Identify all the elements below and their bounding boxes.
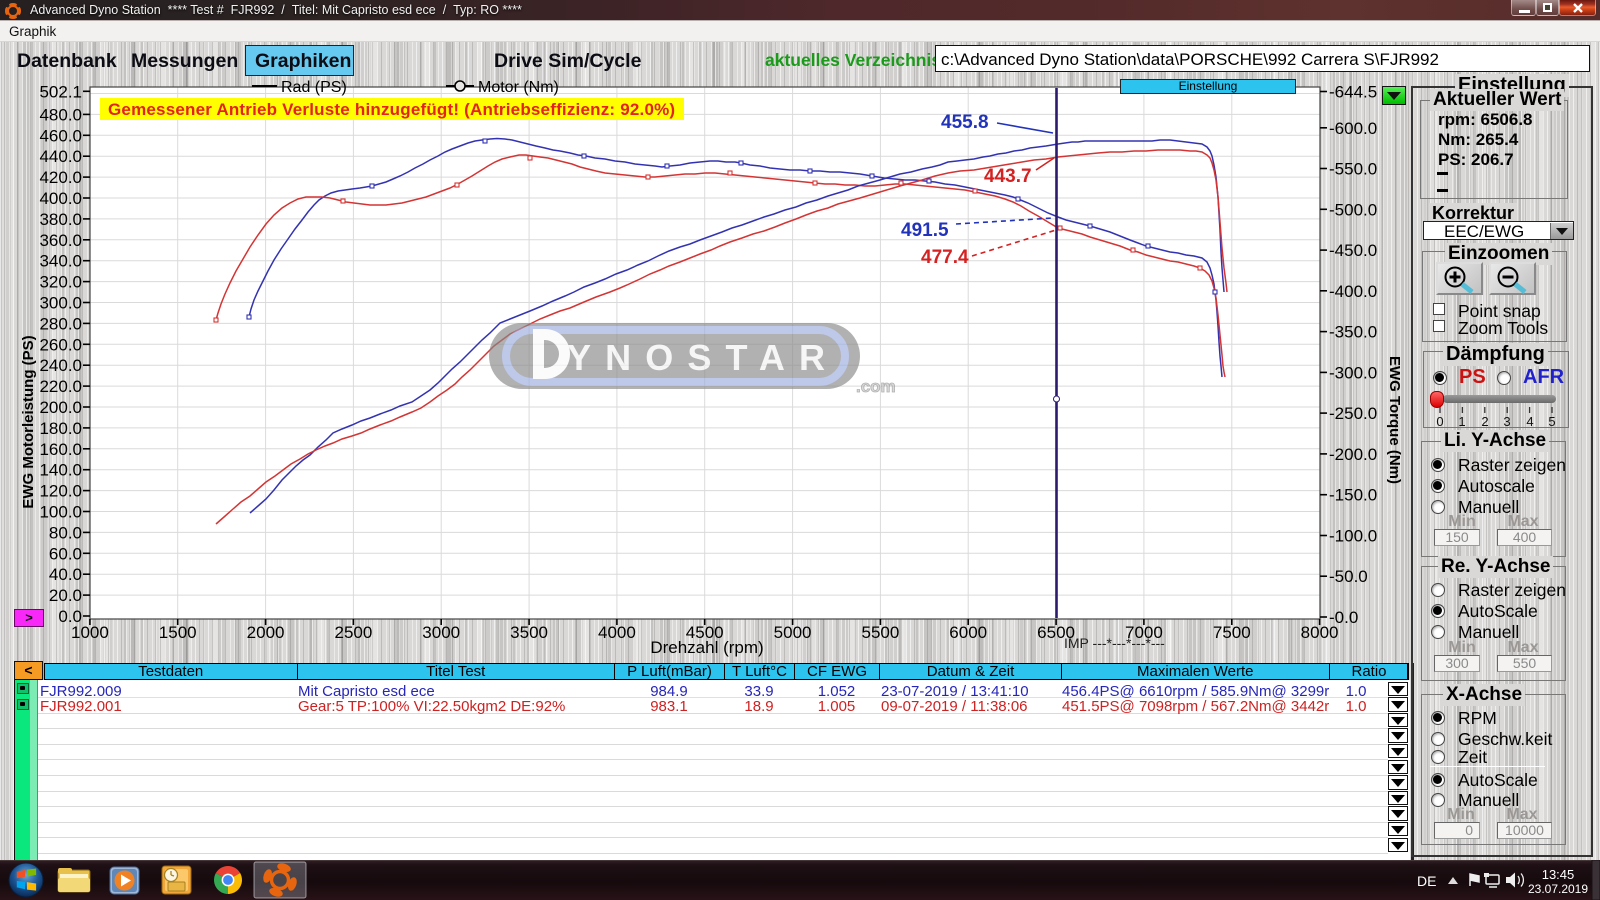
svg-text:3500: 3500: [510, 623, 548, 642]
svg-text:160.0: 160.0: [39, 440, 82, 459]
svg-text:Gemessener Antrieb Verluste hi: Gemessener Antrieb Verluste hinzugefügt!…: [108, 100, 675, 119]
svg-text:13:45: 13:45: [1542, 867, 1575, 882]
svg-text:Drehzahl (rpm): Drehzahl (rpm): [650, 638, 763, 657]
svg-text:240.0: 240.0: [39, 356, 82, 375]
svg-text:320.0: 320.0: [39, 273, 82, 292]
svg-text:502.1: 502.1: [39, 82, 82, 101]
svg-text:180.0: 180.0: [39, 419, 82, 438]
svg-text:1000: 1000: [71, 623, 109, 642]
svg-text:140.0: 140.0: [39, 461, 82, 480]
svg-text:460.0: 460.0: [39, 126, 82, 145]
svg-text:100.0: 100.0: [39, 503, 82, 522]
svg-text:Motor (Nm): Motor (Nm): [478, 79, 559, 96]
svg-text:480.0: 480.0: [39, 105, 82, 124]
svg-text:3000: 3000: [422, 623, 460, 642]
svg-text:340.0: 340.0: [39, 252, 82, 271]
svg-text:420.0: 420.0: [39, 168, 82, 187]
svg-text:491.5: 491.5: [901, 220, 949, 241]
svg-text:443.7: 443.7: [984, 166, 1032, 187]
svg-text:-550.0: -550.0: [1329, 160, 1377, 179]
svg-text:80.0: 80.0: [49, 523, 82, 542]
svg-text:120.0: 120.0: [39, 482, 82, 501]
svg-text:2000: 2000: [247, 623, 285, 642]
svg-text:-200.0: -200.0: [1329, 445, 1377, 464]
svg-text:2500: 2500: [334, 623, 372, 642]
svg-text:8000: 8000: [1301, 623, 1339, 642]
svg-text:-600.0: -600.0: [1329, 119, 1377, 138]
svg-text:-644.5: -644.5: [1329, 83, 1377, 102]
svg-text:DE: DE: [1417, 873, 1436, 889]
svg-text:60.0: 60.0: [49, 544, 82, 563]
svg-text:220.0: 220.0: [39, 377, 82, 396]
svg-text:400.0: 400.0: [39, 189, 82, 208]
svg-text:-400.0: -400.0: [1329, 282, 1377, 301]
svg-text:-300.0: -300.0: [1329, 363, 1377, 382]
svg-text:EWG Motorleistung (PS): EWG Motorleistung (PS): [20, 335, 37, 508]
svg-text:EWG Torque (Nm): EWG Torque (Nm): [1386, 356, 1403, 484]
svg-text:455.8: 455.8: [941, 112, 989, 133]
svg-text:6000: 6000: [949, 623, 987, 642]
svg-text:.com: .com: [856, 377, 896, 396]
svg-text:-50.0: -50.0: [1329, 567, 1368, 586]
svg-text:300.0: 300.0: [39, 294, 82, 313]
svg-text:360.0: 360.0: [39, 231, 82, 250]
svg-text:280.0: 280.0: [39, 314, 82, 333]
svg-text:-500.0: -500.0: [1329, 200, 1377, 219]
svg-text:-350.0: -350.0: [1329, 323, 1377, 342]
svg-text:-250.0: -250.0: [1329, 404, 1377, 423]
svg-text:5500: 5500: [861, 623, 899, 642]
svg-text:23.07.2019: 23.07.2019: [1528, 882, 1588, 896]
svg-text:-150.0: -150.0: [1329, 486, 1377, 505]
svg-text:200.0: 200.0: [39, 398, 82, 417]
svg-text:1500: 1500: [159, 623, 197, 642]
svg-text:477.4: 477.4: [921, 247, 969, 268]
svg-text:260.0: 260.0: [39, 335, 82, 354]
svg-text:7500: 7500: [1213, 623, 1251, 642]
svg-text:20.0: 20.0: [49, 586, 82, 605]
svg-text:380.0: 380.0: [39, 210, 82, 229]
svg-text:4000: 4000: [598, 623, 636, 642]
svg-text:-450.0: -450.0: [1329, 241, 1377, 260]
svg-text:5000: 5000: [774, 623, 812, 642]
svg-text:440.0: 440.0: [39, 147, 82, 166]
svg-text:40.0: 40.0: [49, 565, 82, 584]
svg-text:IMP ---*---*---*---: IMP ---*---*---*---: [1064, 635, 1165, 651]
svg-text:Rad (PS): Rad (PS): [281, 79, 347, 96]
svg-text:-100.0: -100.0: [1329, 527, 1377, 546]
